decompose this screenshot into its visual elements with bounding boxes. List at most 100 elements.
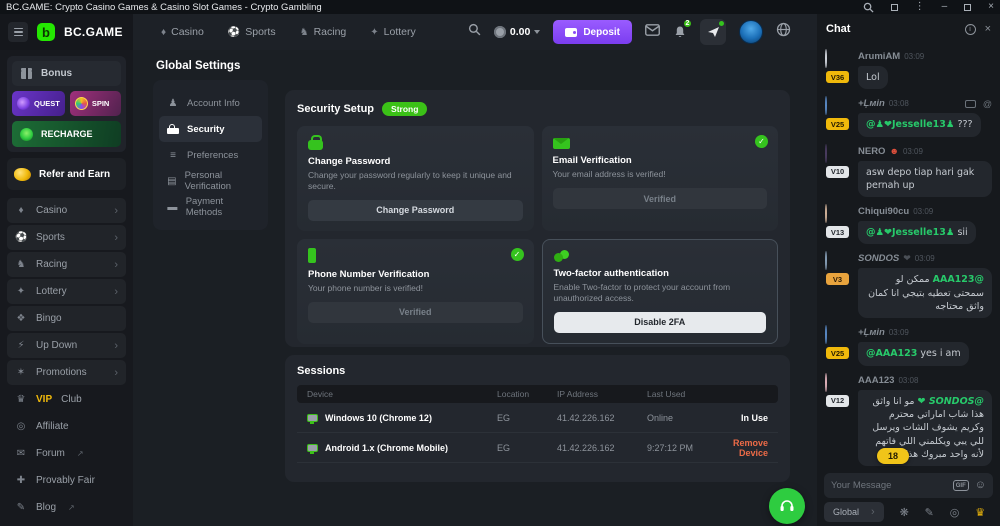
chat-footer-icon[interactable]: ♛ — [975, 506, 985, 519]
session-row: Android 1.x (Chrome Mobile) EG 41.42.226… — [297, 433, 778, 463]
search-icon[interactable] — [863, 2, 874, 13]
avatar[interactable] — [825, 251, 827, 270]
chat-footer-icon[interactable]: ✎ — [925, 506, 934, 519]
chat-username[interactable]: ArumiAM — [858, 51, 900, 62]
session-last-used: 9:27:12 PM — [647, 443, 722, 453]
gif-icon[interactable]: GIF — [953, 480, 969, 491]
refer-and-earn-button[interactable]: Refer and Earn — [7, 158, 126, 190]
chat-username[interactable]: +Ļмin — [858, 98, 885, 109]
avatar[interactable] — [825, 325, 827, 344]
settings-nav-item[interactable]: ▤ Personal Verification — [159, 168, 262, 194]
gift-icon — [21, 71, 32, 79]
mention-link[interactable]: @AAA123 — [866, 348, 917, 359]
mention-action-icon[interactable]: @ — [983, 99, 992, 109]
sidebar-item-label: Casino — [36, 205, 67, 216]
minimize-button[interactable]: – — [942, 2, 948, 12]
brand-name[interactable]: BC.GAME — [64, 25, 123, 39]
sidebar-menu-item[interactable]: ♟ Sport Betting Insig... — [7, 522, 126, 526]
sidebar-menu-item[interactable]: ✎ Blog — [7, 495, 126, 520]
sidebar-item-label: Affiliate — [36, 421, 69, 432]
security-card-button[interactable]: Verified — [553, 188, 768, 209]
balance-amount: 0.00 — [510, 26, 530, 38]
chat-message: V13 Chiqui90cu 03:09 @♟❤Jesselle13♟ sii — [825, 205, 992, 244]
chat-username[interactable]: Chiqui90cu — [858, 206, 909, 217]
window-title: BC.GAME: Crypto Casino Games & Casino Sl… — [6, 2, 322, 13]
recharge-button[interactable]: RECHARGE — [12, 121, 121, 147]
promotions-icon[interactable] — [700, 19, 726, 45]
chat-footer-icons: ❋ ✎ ◎ ♛ — [892, 506, 993, 519]
sidebar-menu-item[interactable]: ♦ Casino — [7, 198, 126, 223]
message-bubble: asw depo tiap hari gak pernah up — [858, 161, 992, 198]
extension-icon[interactable] — [891, 4, 898, 11]
message-time: 03:08 — [889, 99, 909, 108]
close-button[interactable]: × — [988, 2, 994, 12]
notifications-bell-icon[interactable]: 2 — [673, 25, 687, 39]
settings-nav-item[interactable]: ≡ Preferences — [159, 142, 262, 168]
sidebar-menu-item[interactable]: ◎ Affiliate — [7, 414, 126, 439]
sidebar-menu-item[interactable]: ⚽ Sports — [7, 225, 126, 250]
unread-count-badge[interactable]: 18 — [877, 448, 909, 464]
user-avatar[interactable] — [739, 20, 763, 44]
nav-link[interactable]: ⚽ Sports — [228, 26, 276, 38]
sidebar-menu-item[interactable]: ✉ Forum — [7, 441, 126, 466]
channel-selector[interactable]: Global — [824, 502, 884, 522]
browser-menu-icon[interactable]: ⋮ — [915, 2, 925, 12]
chat-username[interactable]: +Ļмin — [858, 327, 885, 338]
avatar[interactable] — [825, 373, 827, 392]
mention-link[interactable]: @SONDOS ❤ — [918, 396, 984, 407]
settings-nav-item[interactable]: ♟ Account Info — [159, 90, 262, 116]
gold-coins-icon — [14, 168, 31, 181]
support-button[interactable] — [769, 488, 805, 524]
chat-username[interactable]: SONDOS — [858, 253, 899, 264]
session-action[interactable]: Remove Device — [722, 438, 768, 458]
chat-footer-icon[interactable]: ❋ — [900, 506, 909, 519]
nav-link[interactable]: ♦ Casino — [161, 26, 204, 38]
nav-link[interactable]: ✦ Lottery — [370, 26, 416, 38]
search-icon[interactable] — [468, 23, 481, 41]
deposit-button[interactable]: Deposit — [553, 20, 632, 44]
chat-message-input[interactable] — [831, 480, 947, 491]
settings-nav-item[interactable]: ▬ Payment Methods — [159, 194, 262, 220]
balance-selector[interactable]: 0.00 — [494, 26, 540, 38]
close-chat-icon[interactable]: × — [985, 23, 991, 35]
mention-link[interactable]: @♟❤Jesselle13♟ — [866, 227, 954, 238]
chat-footer-icon[interactable]: ◎ — [950, 506, 960, 519]
language-globe-icon[interactable] — [776, 22, 791, 42]
quest-button[interactable]: QUEST — [12, 91, 65, 116]
message-text: Lol — [866, 72, 880, 83]
security-card-button[interactable]: Change Password — [308, 200, 523, 221]
sessions-table-body: Windows 10 (Chrome 12) EG 41.42.226.162 … — [297, 403, 778, 463]
sidebar-menu-item[interactable]: ✚ Provably Fair — [7, 468, 126, 493]
inbox-icon[interactable] — [645, 23, 660, 41]
info-icon[interactable] — [965, 24, 976, 35]
sidebar-menu-item[interactable]: ✶ Promotions — [7, 360, 126, 385]
sidebar-menu-item[interactable]: ❖ Bingo — [7, 306, 126, 331]
security-card-button[interactable]: Verified — [308, 302, 523, 323]
settings-nav-item[interactable]: Security — [159, 116, 262, 142]
avatar[interactable] — [825, 96, 827, 115]
chat-username[interactable]: AAA123 — [858, 375, 894, 386]
sidebar-menu-item[interactable]: ✦ Lottery — [7, 279, 126, 304]
sidebar-item-icon: ⚡ — [15, 340, 27, 351]
mention-link[interactable]: @AAA123 — [933, 274, 984, 285]
avatar[interactable] — [825, 144, 827, 163]
ticket-icon[interactable] — [965, 100, 976, 108]
avatar[interactable] — [825, 49, 827, 68]
mention-link[interactable]: @♟❤Jesselle13♟ — [866, 119, 954, 130]
sidebar-menu-item[interactable]: ⚡ Up Down — [7, 333, 126, 358]
emoji-icon[interactable]: ☺ — [975, 480, 986, 491]
nav-link[interactable]: ♞ Racing — [300, 26, 347, 38]
bonus-button[interactable]: Bonus — [12, 61, 121, 86]
page-title: Global Settings — [156, 60, 240, 72]
spin-button[interactable]: SPIN — [70, 91, 121, 116]
maximize-button[interactable] — [964, 4, 971, 11]
session-action[interactable]: In Use — [722, 413, 768, 423]
security-card-button[interactable]: Disable 2FA — [554, 312, 767, 333]
chat-title: Chat — [826, 23, 850, 35]
sidebar-menu-item[interactable]: ♛ VIP Club — [7, 387, 126, 412]
chat-username[interactable]: NERO — [858, 146, 885, 157]
hamburger-menu-icon[interactable] — [8, 22, 28, 42]
sidebar-menu-item[interactable]: ♞ Racing — [7, 252, 126, 277]
bcgame-logo-icon[interactable]: b — [37, 23, 55, 41]
avatar[interactable] — [825, 204, 827, 223]
